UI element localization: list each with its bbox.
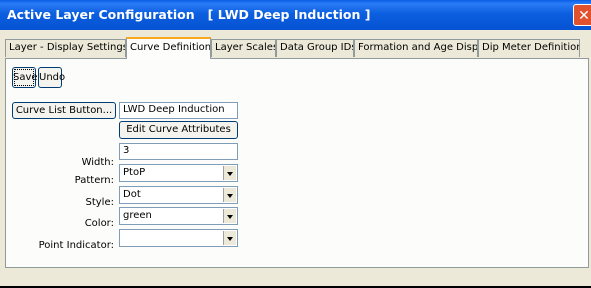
close-button[interactable]: ✕	[573, 4, 591, 26]
chevron-down-icon[interactable]	[223, 188, 236, 202]
style-dropdown[interactable]: Dot	[119, 186, 238, 204]
title-bar[interactable]: Active Layer Configuration [ LWD Deep In…	[0, 0, 591, 30]
tab-data-group-ids[interactable]: Data Group IDs	[276, 39, 354, 57]
style-label: Style:	[85, 197, 115, 208]
pattern-value: PtoP	[123, 167, 146, 178]
curve-name-field[interactable]: LWD Deep Induction	[119, 102, 238, 119]
chevron-down-icon[interactable]	[223, 231, 236, 245]
color-value: green	[123, 210, 152, 221]
tab-layer-scales[interactable]: Layer Scales	[211, 39, 276, 57]
pattern-label: Pattern:	[74, 175, 114, 186]
tab-dip-meter-definitions[interactable]: Dip Meter Definitions	[478, 39, 580, 57]
style-value: Dot	[123, 189, 141, 200]
width-label: Width:	[81, 157, 114, 168]
undo-button[interactable]: Undo	[38, 67, 65, 88]
tab-strip: Layer - Display Settings Curve Definitio…	[0, 37, 591, 59]
color-dropdown[interactable]: green	[119, 207, 238, 225]
tab-formation-and-age-display[interactable]: Formation and Age Display	[354, 39, 478, 57]
tab-curve-definitions[interactable]: Curve Definitions	[126, 37, 211, 59]
width-field[interactable]: 3	[119, 143, 238, 160]
edit-curve-attributes-button[interactable]: Edit Curve Attributes	[119, 121, 238, 139]
chevron-down-icon[interactable]	[223, 166, 236, 180]
color-label: Color:	[84, 218, 114, 229]
point-indicator-dropdown[interactable]	[119, 229, 238, 247]
pattern-dropdown[interactable]: PtoP	[119, 164, 238, 182]
tab-layer-display-settings[interactable]: Layer - Display Settings	[5, 39, 126, 57]
save-button[interactable]: Save	[12, 67, 38, 88]
close-icon: ✕	[578, 8, 590, 24]
config-window: Active Layer Configuration [ LWD Deep In…	[0, 0, 591, 286]
chevron-down-icon[interactable]	[223, 209, 236, 223]
point-indicator-label: Point Indicator:	[38, 240, 114, 251]
window-title: Active Layer Configuration [ LWD Deep In…	[7, 7, 371, 22]
curve-list-button[interactable]: Curve List Button...	[12, 102, 116, 119]
